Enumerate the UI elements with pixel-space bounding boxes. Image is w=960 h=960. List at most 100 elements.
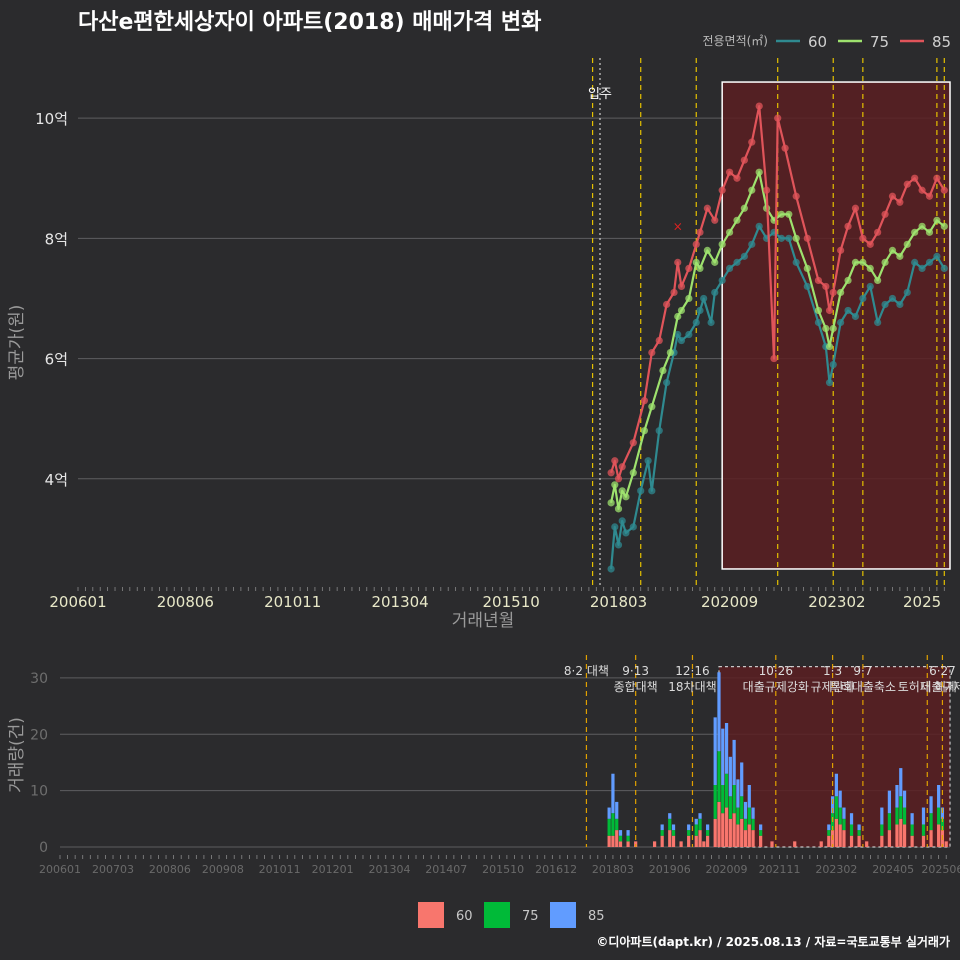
bottom-event-label: 대출규제강화 (743, 680, 809, 694)
bottom-x-tick-label: 202111 (759, 863, 801, 876)
top-x-tick-label: 201304 (371, 593, 428, 611)
top-x-tick-label: 200601 (49, 593, 106, 611)
bottom-y-tick-label: 30 (30, 671, 48, 687)
bar-85 (615, 801, 619, 819)
chart-svg: 4억 6억 8억 10억 입주 × 200601 200806 201011 201304 2015… (7, 33, 960, 928)
bar-75 (743, 818, 748, 831)
top-x-tick-label: 202302 (808, 593, 865, 611)
bar-75 (849, 824, 854, 836)
bottom-x-tick-label: 201201 (312, 863, 354, 876)
bar-85 (899, 768, 903, 797)
bar-85 (842, 807, 846, 819)
bar-60 (838, 824, 842, 847)
chart-canvas: 다산e편한세상자이 아파트(2018) 매매가격 변화 4억 6억 8억 10억 입주 ×… (0, 0, 960, 960)
bar-85 (660, 824, 664, 831)
bar-75 (706, 830, 710, 836)
bottom-x-tick-label: 202405 (872, 863, 914, 876)
bar-85 (724, 723, 729, 774)
bar-75 (910, 824, 914, 836)
bar-75 (626, 835, 630, 842)
bar-85 (618, 830, 623, 836)
bar-60 (671, 835, 676, 847)
source-credit: ©디아파트(dapt.kr) / 2025.08.13 / 자료=국토교통부 실… (596, 935, 950, 949)
bar-85 (668, 813, 672, 819)
bottom-legend-swatch-85 (550, 902, 576, 928)
bar-75 (899, 796, 903, 819)
bottom-x-tick-label: 201011 (259, 863, 301, 876)
bottom-x-tick-label: 202302 (815, 863, 857, 876)
bar-75 (721, 785, 725, 814)
bar-60 (937, 824, 941, 847)
legend-label-60: 60 (808, 33, 827, 51)
bar-85 (607, 807, 611, 819)
bar-75 (921, 824, 926, 836)
bar-75 (724, 773, 729, 808)
bottom-event-label: 8·2 대책 (564, 663, 609, 678)
bar-85 (887, 790, 892, 814)
bar-60 (899, 818, 903, 847)
bar-60 (687, 835, 691, 847)
bar-60 (736, 824, 740, 847)
chart-title: 다산e편한세상자이 아파트(2018) 매매가격 변화 (78, 10, 542, 35)
bottom-x-tick-label: 200601 (39, 863, 81, 876)
bar-75 (671, 830, 676, 836)
bar-75 (618, 835, 623, 842)
bar-85 (827, 824, 831, 831)
bar-60 (759, 835, 763, 847)
bar-60 (921, 835, 926, 847)
bar-60 (747, 824, 751, 847)
bar-85 (937, 785, 941, 808)
top-highlight-region (721, 81, 951, 570)
top-y-tick-label: 4억 (45, 471, 68, 489)
bottom-event-label: 1·3 (823, 664, 842, 678)
top-x-tick-label: 202009 (701, 593, 758, 611)
bar-60 (607, 835, 611, 847)
legend-label-85: 85 (932, 33, 951, 51)
bottom-x-tick-label: 201906 (649, 863, 691, 876)
bar-85 (910, 813, 914, 825)
bottom-x-tick-label: 201304 (368, 863, 410, 876)
bar-75 (615, 818, 619, 831)
bottom-x-tick-label: 202506 (921, 863, 960, 876)
bar-75 (668, 818, 672, 831)
bar-85 (834, 773, 838, 797)
bottom-y-tick-label: 20 (30, 727, 48, 743)
bar-85 (671, 824, 676, 831)
bar-75 (747, 807, 751, 825)
bottom-x-tick-label: 200908 (202, 863, 244, 876)
bar-75 (838, 807, 842, 825)
bottom-legend-label-75: 75 (522, 909, 539, 924)
bar-60 (842, 830, 846, 847)
bar-75 (607, 818, 611, 836)
bar-60 (615, 830, 619, 847)
bar-60 (857, 835, 861, 847)
bar-75 (895, 807, 899, 825)
bar-85 (736, 779, 740, 808)
bar-60 (751, 830, 755, 847)
bar-75 (937, 807, 941, 825)
bar-85 (929, 796, 933, 814)
bottom-x-tick-label: 201612 (535, 863, 577, 876)
bottom-event-label: 6·27 (929, 664, 956, 678)
bar-75 (740, 796, 744, 819)
bottom-y-tick-label: 0 (39, 840, 48, 856)
bottom-x-tick-label: 201803 (592, 863, 634, 876)
bar-85 (626, 830, 630, 836)
bar-60 (652, 841, 657, 847)
bottom-x-tick-label: 201407 (425, 863, 467, 876)
bar-85 (880, 807, 884, 825)
bar-85 (743, 801, 748, 819)
bar-60 (793, 841, 797, 847)
bar-60 (887, 830, 892, 847)
bottom-y-axis-title: 거래량(건) (7, 717, 27, 793)
top-x-tick-label: 201803 (590, 593, 647, 611)
bar-85 (857, 824, 861, 831)
bar-85 (921, 807, 926, 825)
bottom-x-tick-label: 201510 (482, 863, 524, 876)
bar-60 (618, 841, 623, 847)
bar-60 (770, 841, 774, 847)
occupancy-label: 입주 (588, 87, 612, 102)
bar-75 (827, 830, 831, 836)
bar-85 (902, 790, 907, 808)
bar-85 (895, 785, 899, 808)
